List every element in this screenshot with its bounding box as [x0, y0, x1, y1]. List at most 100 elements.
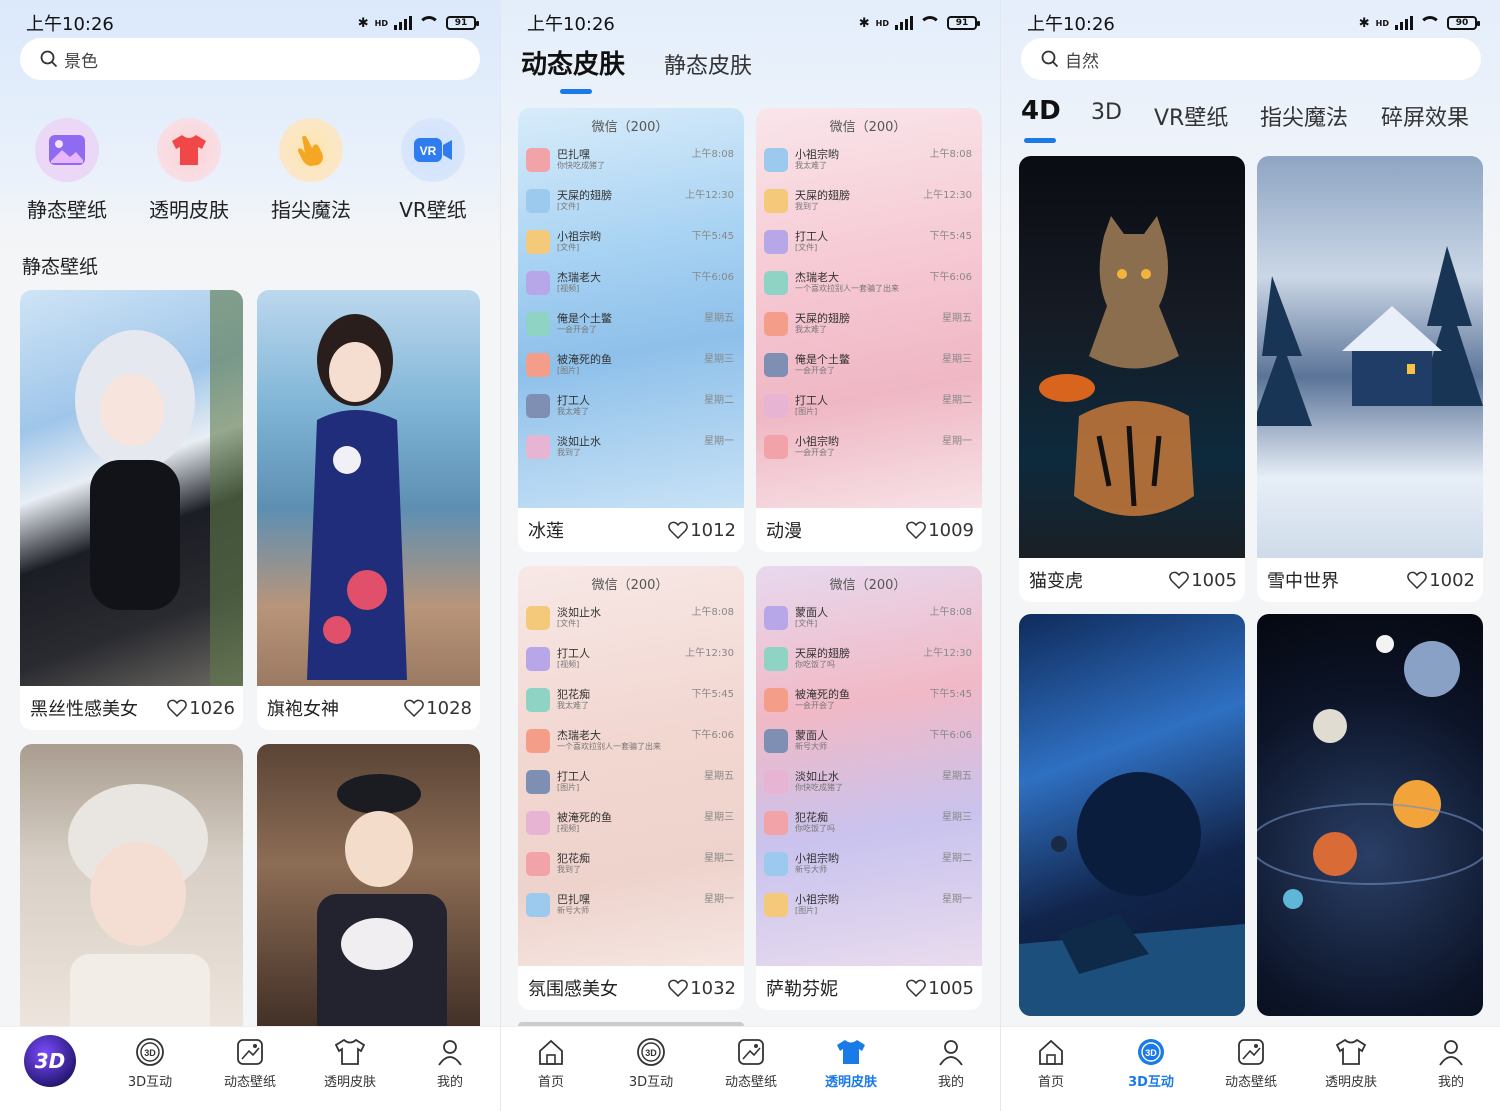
- like-button[interactable]: 1028: [404, 698, 472, 719]
- tab-fingertip-magic[interactable]: 指尖魔法: [1260, 100, 1348, 132]
- chat-message: 我太难了: [557, 407, 589, 416]
- chat-row: 打工人 [视频] 上午12:30: [526, 638, 734, 679]
- category-fingertip-magic[interactable]: 指尖魔法: [252, 118, 370, 223]
- tab-3d[interactable]: 3D: [1091, 100, 1122, 125]
- chat-time: 星期五: [704, 771, 734, 782]
- search-input[interactable]: 景色: [20, 38, 480, 80]
- category-static-wallpaper[interactable]: 静态壁纸: [8, 118, 126, 223]
- chat-time: 星期三: [704, 354, 734, 365]
- skin-card[interactable]: 微信（200） 巴扎嘿 你快吃成猪了 上午8:08 天屎的翅膀 [文件] 上午1…: [518, 108, 744, 552]
- like-count: 1005: [928, 977, 974, 999]
- chat-time: 星期二: [942, 853, 972, 864]
- chat-time: 下午5:45: [691, 689, 734, 700]
- tab-dynamic-skin[interactable]: 动态皮肤: [521, 44, 625, 81]
- wallpaper-card[interactable]: 黑丝性感美女 1026: [20, 290, 243, 730]
- 3d-icon: 3D: [1134, 1035, 1168, 1069]
- tab-3d-interactive[interactable]: 3D 3D互动: [1106, 1035, 1196, 1090]
- tab-mine[interactable]: 我的: [906, 1035, 996, 1090]
- tab-static-skin[interactable]: 静态皮肤: [664, 48, 752, 80]
- tab-4d[interactable]: 4D: [1021, 96, 1061, 126]
- tab-3d-interactive[interactable]: 3D 3D互动: [606, 1035, 696, 1090]
- chat-name: 杰瑞老大: [557, 729, 601, 742]
- wallpaper-card[interactable]: 旗袍女神 1028: [257, 290, 480, 730]
- wallpaper-card[interactable]: 猫变虎 1005: [1019, 156, 1245, 602]
- like-button[interactable]: 1009: [906, 520, 974, 541]
- tab-app-logo[interactable]: 3D: [5, 1035, 95, 1087]
- chat-name: 犯花痴: [795, 811, 828, 824]
- dynamic-wallpaper-icon: [734, 1035, 768, 1069]
- skin-card[interactable]: 微信（200） 小祖宗哟 我太难了 上午8:08 天屎的翅膀 我到了 上午12:…: [756, 108, 982, 552]
- tab-home[interactable]: 首页: [506, 1035, 596, 1090]
- status-time: 上午10:26: [1027, 14, 1115, 35]
- wallpaper-card[interactable]: [1019, 614, 1245, 1016]
- tab-vr-wallpaper[interactable]: VR壁纸: [1154, 100, 1228, 132]
- wallpaper-card[interactable]: [257, 744, 480, 1044]
- like-button[interactable]: 1032: [668, 978, 736, 999]
- chat-row: 天屎的翅膀 你吃饭了吗 上午12:30: [764, 638, 972, 679]
- chat-title: 微信（200）: [829, 578, 907, 593]
- tab-transparent-skin[interactable]: 透明皮肤: [305, 1035, 395, 1090]
- avatar: [764, 352, 788, 377]
- chat-name: 杰瑞老大: [795, 271, 839, 284]
- tab-home[interactable]: 首页: [1006, 1035, 1096, 1090]
- signal-icon: [895, 16, 913, 30]
- search-input[interactable]: 自然: [1021, 38, 1481, 80]
- chat-name: 打工人: [557, 770, 590, 783]
- heart-icon: [906, 521, 927, 539]
- tab-label: 3D互动: [127, 1075, 173, 1090]
- tab-3d-interactive[interactable]: 3D 3D互动: [105, 1035, 195, 1090]
- chat-time: 下午5:45: [929, 689, 972, 700]
- like-button[interactable]: 1012: [668, 520, 736, 541]
- tab-dynamic-wallpaper[interactable]: 动态壁纸: [1206, 1035, 1296, 1090]
- like-button[interactable]: 1005: [1169, 570, 1237, 591]
- wifi-icon: [1419, 16, 1441, 30]
- status-time: 上午10:26: [527, 14, 615, 35]
- category-transparent-skin[interactable]: 透明皮肤: [130, 118, 248, 223]
- tab-mine[interactable]: 我的: [1406, 1035, 1496, 1090]
- category-vr-wallpaper[interactable]: VR VR壁纸: [374, 118, 492, 223]
- wallpaper-card[interactable]: [1257, 614, 1483, 1016]
- chat-row: 淡如止水 你快吃成猪了 星期五: [764, 761, 972, 802]
- tab-broken-screen[interactable]: 碎屏效果: [1381, 100, 1469, 132]
- like-count: 1026: [189, 697, 235, 719]
- tab-dynamic-wallpaper[interactable]: 动态壁纸: [205, 1035, 295, 1090]
- heart-icon: [1169, 571, 1190, 589]
- status-bar: 上午10:26 ✱ HD 91: [0, 8, 500, 38]
- wallpaper-thumbnail: [1019, 156, 1245, 558]
- wallpaper-card[interactable]: [20, 744, 243, 1044]
- like-button[interactable]: 1026: [167, 698, 235, 719]
- tab-mine[interactable]: 我的: [405, 1035, 495, 1090]
- user-icon: [433, 1035, 467, 1069]
- chat-message: 一个喜欢拉别人一套骗了出来: [557, 742, 661, 751]
- chat-time: 星期五: [942, 771, 972, 782]
- tab-label: 动态壁纸: [223, 1075, 276, 1090]
- like-button[interactable]: 1002: [1407, 570, 1475, 591]
- chat-row: 打工人 [图片] 星期二: [764, 385, 972, 426]
- chat-row: 小祖宗哟 [文件] 下午5:45: [526, 221, 734, 262]
- chat-time: 上午8:08: [929, 149, 972, 160]
- tab-transparent-skin[interactable]: 透明皮肤: [1306, 1035, 1396, 1090]
- svg-text:3D: 3D: [645, 1048, 657, 1058]
- chat-time: 星期三: [942, 354, 972, 365]
- wallpaper-card[interactable]: 雪中世界 1002: [1257, 156, 1483, 602]
- app-logo-3d: 3D: [24, 1035, 76, 1087]
- chat-time: 上午12:30: [923, 190, 972, 201]
- chat-name: 小祖宗哟: [795, 852, 839, 865]
- tab-transparent-skin[interactable]: 透明皮肤: [806, 1035, 896, 1090]
- chat-time: 星期三: [942, 812, 972, 823]
- avatar: [764, 810, 788, 835]
- chat-row: 天屎的翅膀 我太难了 星期五: [764, 303, 972, 344]
- card-meta: 雪中世界 1002: [1257, 558, 1483, 602]
- like-button[interactable]: 1005: [906, 978, 974, 999]
- chat-name: 天屎的翅膀: [795, 189, 850, 202]
- chat-message: 你吃饭了吗: [795, 660, 835, 669]
- chat-time: 上午8:08: [691, 149, 734, 160]
- user-icon: [934, 1035, 968, 1069]
- skin-card[interactable]: 微信（200） 淡如止水 [文件] 上午8:08 打工人 [视频] 上午12:3…: [518, 566, 744, 1010]
- tab-dynamic-wallpaper[interactable]: 动态壁纸: [706, 1035, 796, 1090]
- avatar: [526, 646, 550, 671]
- like-count: 1002: [1429, 569, 1475, 591]
- skin-card[interactable]: 微信（200） 蒙面人 [文件] 上午8:08 天屎的翅膀 你吃饭了吗 上午12…: [756, 566, 982, 1010]
- bluetooth-icon: ✱: [357, 15, 369, 31]
- chat-message: 你快吃成猪了: [557, 161, 605, 170]
